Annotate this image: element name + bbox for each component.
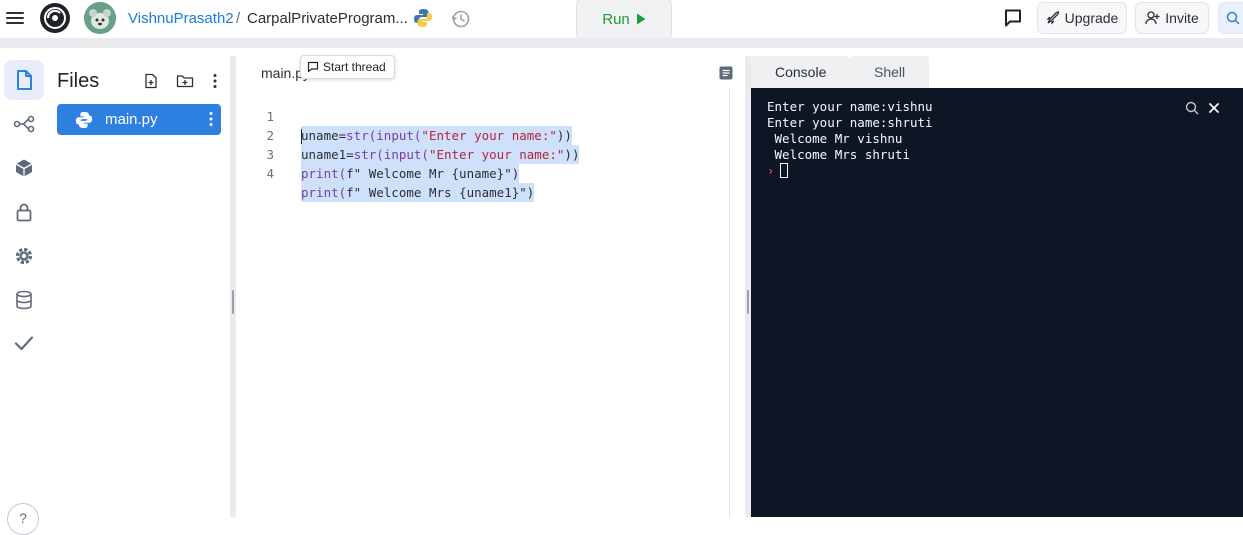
new-file-icon[interactable] [142,72,160,90]
code-line: 4 print(f" Welcome Mrs {uname1}") [236,145,728,202]
console-line: Welcome Mrs shruti [767,147,910,162]
rail-files[interactable] [4,60,44,100]
rail-git[interactable] [4,104,44,144]
code-area[interactable]: 1 uname=str(input("Enter your name:")) 2… [236,88,728,202]
tab-console[interactable]: Console [751,56,850,88]
file-item-main-py[interactable]: main.py [57,104,221,135]
resize-grip [747,290,749,314]
invite-button[interactable]: Invite [1135,2,1209,34]
editor-menu-icon[interactable] [718,65,734,81]
files-title: Files [57,70,100,92]
file-name: main.py [105,111,158,128]
python-icon[interactable] [413,8,433,28]
tool-rail [0,48,48,517]
line-number: 4 [266,166,274,181]
comment-icon [307,61,319,73]
console-prompt[interactable]: › [767,163,789,178]
more-options-icon[interactable] [206,72,224,90]
upgrade-button[interactable]: Upgrade [1037,2,1127,34]
breadcrumb-separator: / [236,10,241,27]
play-icon [636,13,646,25]
console-line: Enter your name:vishnu [767,99,933,114]
rail-packages[interactable] [4,148,44,188]
line-source: print(f" Welcome Mrs {uname1}") [301,183,535,202]
package-icon [14,158,34,178]
help-button[interactable]: ? [7,503,39,535]
rail-database[interactable] [4,280,44,320]
console-output[interactable]: Enter your name:vishnu Enter your name:s… [751,88,1243,517]
chat-icon[interactable] [1001,6,1025,30]
console-cursor [780,163,789,178]
console-line: Welcome Mr vishnu [767,131,903,146]
output-pane: Console Shell Enter your name:vishnu Ent… [751,56,1243,517]
breadcrumb-user[interactable]: VishnuPrasath2 [128,10,234,27]
run-label: Run [602,10,630,28]
run-button[interactable]: Run [576,0,672,40]
git-branch-icon [13,115,35,133]
code-line: 1 uname=str(input("Enter your name:")) [236,88,728,145]
tab-shell[interactable]: Shell [850,56,929,88]
database-icon [15,290,33,310]
prompt-arrow-icon: › [767,163,775,178]
new-folder-icon[interactable] [176,72,194,90]
topbar-divider [0,38,1243,48]
breadcrumb-repl-name[interactable]: CarpalPrivateProgram... [247,10,408,27]
checkmark-icon [14,335,34,351]
code-editor: main.py Start thread 1 uname=str(input("… [236,55,745,517]
invite-label: Invite [1165,10,1199,26]
search-button[interactable] [1218,2,1243,34]
top-bar: VishnuPrasath2 / CarpalPrivateProgram...… [0,0,1243,40]
add-user-icon [1145,11,1160,25]
line-source: print(f" Welcome Mr {uname}") [301,164,520,183]
console-line: Enter your name:shruti [767,115,933,130]
gear-icon [14,246,34,266]
avatar[interactable] [84,2,116,34]
lock-icon [15,202,33,222]
start-thread-tooltip[interactable]: Start thread [300,55,395,79]
editor-tab-bar: main.py Start thread [236,55,745,88]
upgrade-label: Upgrade [1064,10,1119,26]
rail-tests[interactable] [4,323,44,363]
editor-ruler [729,88,730,517]
console-clear-icon[interactable] [1206,100,1222,116]
rocket-icon [1046,11,1060,25]
history-icon[interactable] [450,8,472,30]
code-line: 2 uname1=str(input("Enter your name:")) [236,107,728,164]
python-file-icon [75,111,93,129]
console-search-icon[interactable] [1184,100,1200,116]
rail-settings[interactable] [4,236,44,276]
search-icon [1226,11,1240,25]
tooltip-label: Start thread [323,60,386,74]
code-line: 3 print(f" Welcome Mr {uname}") [236,126,728,183]
file-icon [14,69,34,91]
menu-icon[interactable] [4,7,26,29]
replit-logo-icon[interactable] [39,2,71,34]
rail-secrets[interactable] [4,192,44,232]
files-pane: Files main.py [48,56,230,517]
file-menu-icon[interactable] [207,110,215,128]
resize-grip [232,290,234,314]
